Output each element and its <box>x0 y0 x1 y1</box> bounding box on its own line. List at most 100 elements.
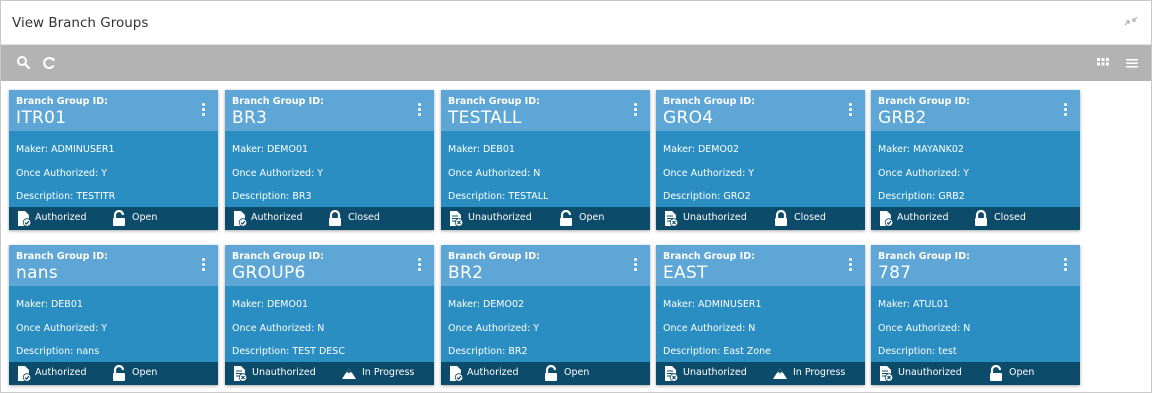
window-titlebar: View Branch Groups <box>1 1 1151 45</box>
card-header: Branch Group ID: GRB2 <box>871 90 1080 131</box>
once-authorized-text: Once Authorized: N <box>878 323 971 334</box>
authorized-icon <box>878 210 894 227</box>
card-footer: Unauthorized Open <box>871 362 1080 385</box>
more-options-icon[interactable] <box>418 103 422 119</box>
branch-group-id-value: EAST <box>663 263 708 283</box>
collapse-icon[interactable] <box>1123 15 1139 29</box>
record-status: Closed <box>348 212 380 223</box>
description-text: Description: TEST DESC <box>232 346 345 357</box>
description-text: Description: test <box>878 346 957 357</box>
description-text: Description: BR2 <box>448 346 528 357</box>
branch-group-card[interactable]: Branch Group ID: GROUP6 Maker: DEMO01 Once … <box>225 245 434 385</box>
record-status: In Progress <box>793 367 846 378</box>
lock-icon <box>327 209 343 227</box>
record-status: Open <box>564 367 590 378</box>
more-options-icon[interactable] <box>849 103 853 119</box>
more-options-icon[interactable] <box>202 258 206 274</box>
maker-text: Maker: DEMO01 <box>232 299 309 310</box>
branch-group-id-value: nans <box>16 263 59 283</box>
branch-group-card[interactable]: Branch Group ID: EAST Maker: ADMINUSER1 Onc… <box>656 245 865 385</box>
authorization-status: Authorized <box>251 212 303 223</box>
unlock-icon <box>111 209 127 227</box>
unauthorized-icon <box>878 365 894 382</box>
once-authorized-text: Once Authorized: Y <box>232 168 324 179</box>
card-footer: Authorized Closed <box>225 207 434 230</box>
card-header: Branch Group ID: TESTALL <box>441 90 650 131</box>
card-footer: Unauthorized Open <box>441 207 650 230</box>
branch-group-id-label: Branch Group ID: <box>878 251 970 262</box>
once-authorized-text: Once Authorized: Y <box>448 323 540 334</box>
branch-group-card[interactable]: Branch Group ID: TESTALL Maker: DEB01 Once … <box>441 90 650 230</box>
branch-group-id-label: Branch Group ID: <box>878 96 970 107</box>
card-header: Branch Group ID: 787 <box>871 245 1080 286</box>
branch-group-id-label: Branch Group ID: <box>16 96 108 107</box>
record-status: Closed <box>794 212 826 223</box>
branch-group-id-value: GRO4 <box>663 108 714 128</box>
branch-group-id-value: GRB2 <box>878 108 927 128</box>
more-options-icon[interactable] <box>418 258 422 274</box>
unlock-icon <box>543 364 559 382</box>
branch-group-card[interactable]: Branch Group ID: GRB2 Maker: MAYANK02 Once … <box>871 90 1080 230</box>
card-footer: Unauthorized Closed <box>656 207 865 230</box>
branch-group-card[interactable]: Branch Group ID: ITR01 Maker: ADMINUSER1 On… <box>9 90 218 230</box>
branch-group-id-value: BR2 <box>448 263 484 283</box>
branch-group-id-value: 787 <box>878 263 912 283</box>
record-status: Open <box>1009 367 1035 378</box>
branch-group-card[interactable]: Branch Group ID: BR2 Maker: DEMO02 Once Aut… <box>441 245 650 385</box>
maker-text: Maker: ADMINUSER1 <box>16 144 115 155</box>
more-options-icon[interactable] <box>634 103 638 119</box>
once-authorized-text: Once Authorized: Y <box>663 168 755 179</box>
maker-text: Maker: ADMINUSER1 <box>663 299 762 310</box>
view-branch-groups-window: View Branch Groups Branch Group ID: ITR0… <box>0 0 1152 393</box>
branch-group-card[interactable]: Branch Group ID: 787 Maker: ATUL01 Once Aut… <box>871 245 1080 385</box>
authorization-status: Unauthorized <box>898 367 962 378</box>
card-footer: Authorized Open <box>9 362 218 385</box>
grid-view-icon[interactable] <box>1094 54 1112 72</box>
more-options-icon[interactable] <box>849 258 853 274</box>
list-view-icon[interactable] <box>1123 54 1141 72</box>
unauthorized-icon <box>663 210 679 227</box>
authorized-icon <box>16 365 32 382</box>
once-authorized-text: Once Authorized: Y <box>878 168 970 179</box>
branch-group-id-value: TESTALL <box>448 108 522 128</box>
unlock-icon <box>988 364 1004 382</box>
record-status: In Progress <box>362 367 415 378</box>
card-footer: Authorized Open <box>441 362 650 385</box>
description-text: Description: GRB2 <box>878 191 965 202</box>
authorization-status: Authorized <box>35 212 87 223</box>
description-text: Description: East Zone <box>663 346 772 357</box>
once-authorized-text: Once Authorized: N <box>663 323 756 334</box>
branch-group-card[interactable]: Branch Group ID: nans Maker: DEB01 Once Aut… <box>9 245 218 385</box>
authorized-icon <box>232 210 248 227</box>
description-text: Description: nans <box>16 346 100 357</box>
branch-group-card[interactable]: Branch Group ID: GRO4 Maker: DEMO02 Once Au… <box>656 90 865 230</box>
card-footer: Unauthorized In Progress <box>656 362 865 385</box>
maker-text: Maker: MAYANK02 <box>878 144 964 155</box>
record-status: Open <box>579 212 605 223</box>
branch-group-id-label: Branch Group ID: <box>448 96 540 107</box>
lock-icon <box>773 209 789 227</box>
card-header: Branch Group ID: EAST <box>656 245 865 286</box>
more-options-icon[interactable] <box>202 103 206 119</box>
search-icon[interactable] <box>15 54 33 72</box>
maker-text: Maker: DEB01 <box>448 144 515 155</box>
authorization-status: Unauthorized <box>683 367 747 378</box>
once-authorized-text: Once Authorized: N <box>232 323 325 334</box>
card-header: Branch Group ID: ITR01 <box>9 90 218 131</box>
branch-group-id-value: ITR01 <box>16 108 67 128</box>
more-options-icon[interactable] <box>634 258 638 274</box>
maker-text: Maker: DEMO01 <box>232 144 309 155</box>
unlock-icon <box>558 209 574 227</box>
branch-group-id-label: Branch Group ID: <box>16 251 108 262</box>
maker-text: Maker: DEMO02 <box>663 144 740 155</box>
authorization-status: Authorized <box>467 367 519 378</box>
more-options-icon[interactable] <box>1064 103 1068 119</box>
refresh-icon[interactable] <box>40 54 58 72</box>
maker-text: Maker: DEMO02 <box>448 299 525 310</box>
branch-group-id-label: Branch Group ID: <box>663 96 755 107</box>
unlock-icon <box>111 364 127 382</box>
branch-group-card[interactable]: Branch Group ID: BR3 Maker: DEMO01 Once Aut… <box>225 90 434 230</box>
authorization-status: Unauthorized <box>468 212 532 223</box>
description-text: Description: BR3 <box>232 191 312 202</box>
more-options-icon[interactable] <box>1064 258 1068 274</box>
